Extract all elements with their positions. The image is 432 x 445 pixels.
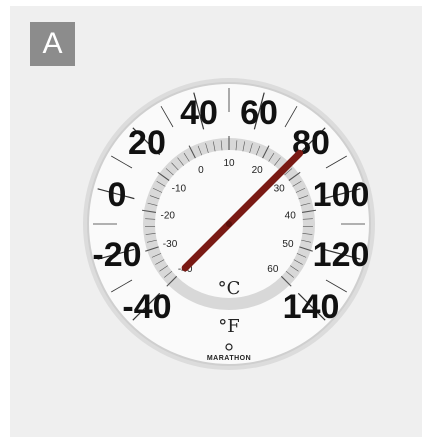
fahrenheit-unit: °F: [218, 316, 240, 337]
brand-name: MARATHON: [207, 355, 251, 362]
celsius-unit: °C: [218, 278, 241, 299]
celsius-label: 60: [267, 264, 279, 275]
fahrenheit-label: 40: [180, 94, 218, 132]
celsius-label: -10: [172, 184, 187, 195]
needle-hub: [226, 221, 232, 227]
fahrenheit-label: 120: [313, 236, 370, 274]
celsius-label: -30: [163, 239, 178, 250]
fahrenheit-label: 20: [128, 124, 166, 162]
fahrenheit-label: -20: [92, 236, 141, 274]
thermometer-dial: -40-20020406080100120140 -40-30-20-10010…: [83, 78, 375, 370]
celsius-label: 20: [252, 165, 264, 176]
fahrenheit-label: 60: [240, 94, 278, 132]
celsius-label: 40: [285, 210, 297, 221]
fahrenheit-label: 0: [107, 176, 126, 214]
fahrenheit-label: -40: [122, 288, 171, 326]
celsius-label: -20: [161, 210, 176, 221]
celsius-label: 10: [223, 158, 235, 169]
celsius-label: 30: [274, 184, 286, 195]
celsius-label: 0: [198, 165, 204, 176]
fahrenheit-label: 100: [313, 176, 370, 214]
fahrenheit-label: 140: [283, 288, 340, 326]
celsius-label: 50: [282, 239, 294, 250]
